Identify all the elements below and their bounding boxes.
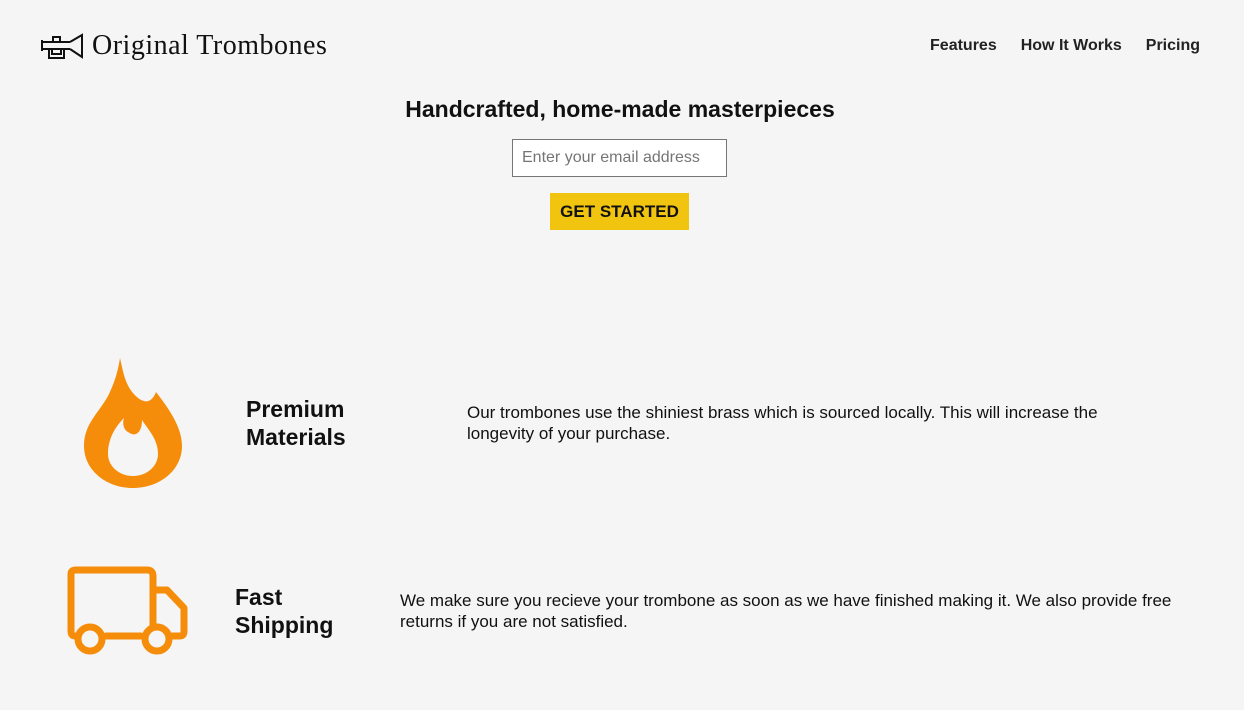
main-nav: Features How It Works Pricing: [930, 36, 1200, 56]
feature-description: Our trombones use the shiniest brass whi…: [467, 403, 1098, 443]
nav-link-features[interactable]: Features: [930, 36, 997, 56]
nav-link-pricing[interactable]: Pricing: [1146, 36, 1200, 56]
brand-name: Original Trombones: [92, 30, 328, 61]
trombone-icon: [40, 32, 84, 60]
get-started-button[interactable]: GET STARTED: [550, 193, 689, 230]
site-header: Original Trombones Features How It Works…: [0, 0, 1244, 90]
truck-icon: [67, 566, 189, 661]
feature-title: Fast Shipping: [235, 584, 334, 638]
email-field[interactable]: [512, 139, 727, 177]
brand-logo[interactable]: Original Trombones: [40, 30, 327, 62]
hero-title: Handcrafted, home-made masterpieces: [405, 96, 835, 122]
feature-title: Premium Materials: [246, 396, 346, 450]
fire-icon: [84, 358, 182, 493]
feature-description: We make sure you recieve your trombone a…: [400, 591, 1172, 631]
nav-link-how-it-works[interactable]: How It Works: [1021, 36, 1122, 56]
